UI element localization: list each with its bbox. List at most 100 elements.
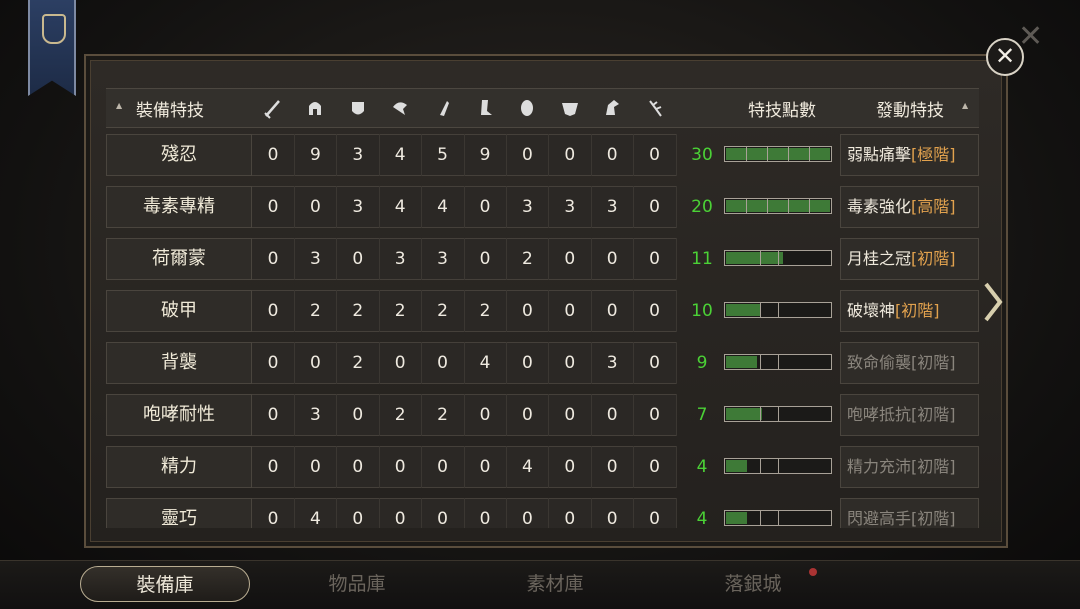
skill-progress-fill [726,252,783,264]
mask-icon [561,103,578,116]
equipment-value: 4 [379,186,423,228]
skill-tier: [初階] [911,509,956,528]
skill-tier: [高階] [911,197,956,216]
equipment-value: 0 [464,498,507,528]
table-row[interactable]: 背襲 0 0 2 0 0 4 0 0 3 0 9 致命偷襲[初階] [106,342,979,384]
equipment-value: 0 [591,394,635,436]
equipment-value: 2 [379,394,423,436]
skill-name: 精力 [106,446,252,488]
bar-divider [746,199,747,213]
equipment-value: 5 [422,134,465,176]
equipment-value: 0 [379,498,423,528]
sort-up-icon[interactable]: ▲ [962,101,968,110]
equipment-value: 0 [506,342,550,384]
skill-tier: [初階] [911,249,956,268]
sort-up-icon[interactable]: ▲ [116,101,122,110]
active-skill[interactable]: 破壞神[初階] [840,290,979,332]
active-skill-column-header[interactable]: 發動特技 [840,96,979,121]
skill-column-header[interactable]: 裝備特技 [136,96,204,121]
equipment-value: 0 [591,446,635,488]
notification-badge [809,568,817,576]
equipment-value: 0 [294,342,338,384]
skill-progress-bar [724,510,832,526]
equipment-value: 0 [634,134,677,176]
equipment-value: 0 [591,134,635,176]
equipment-value: 0 [591,238,635,280]
skill-progress-fill [726,304,760,316]
points-column-header[interactable]: 特技點數 [722,96,842,121]
skill-table: ▲ 裝備特技 特技點數 發動特技 ▲ 殘忍 0 9 3 4 5 9 0 0 0 0 30 弱點痛擊[極階… [106,88,979,528]
active-skill[interactable]: 月桂之冠[初階] [840,238,979,280]
skill-points: 9 [696,353,708,373]
equipment-value: 0 [252,498,295,528]
equipment-value: 0 [549,134,592,176]
guild-banner [28,0,76,96]
skill-name: 毒素專精 [106,186,252,228]
bar-divider [788,147,789,161]
table-row[interactable]: 毒素專精 0 0 3 4 4 0 3 3 3 0 20 毒素強化[高階] [106,186,979,228]
active-skill[interactable]: 致命偷襲[初階] [840,342,979,384]
skill-progress-bar [724,146,832,162]
skill-points: 30 [691,145,713,165]
skill-progress-bar [724,406,832,422]
equipment-value: 0 [337,238,380,280]
skill-name: 背襲 [106,342,252,384]
table-row[interactable]: 靈巧 0 4 0 0 0 0 0 0 0 0 4 閃避高手[初階] [106,498,979,528]
equipment-value: 2 [337,290,380,332]
equipment-value: 0 [634,238,677,280]
skill-tier: [初階] [911,353,956,372]
table-row[interactable]: 殘忍 0 9 3 4 5 9 0 0 0 0 30 弱點痛擊[極階] [106,134,979,176]
equipment-value: 0 [549,446,592,488]
skill-points: 7 [696,405,708,425]
active-skill-name: 弱點痛擊 [847,145,912,164]
active-skill-name: 破壞神 [847,301,896,320]
shield-emblem-icon [42,14,66,44]
skill-name: 咆哮耐性 [106,394,252,436]
skill-name: 破甲 [106,290,252,332]
boots-icon [481,100,492,115]
equipment-value: 2 [294,290,338,332]
active-skill[interactable]: 毒素強化[高階] [840,186,979,228]
table-row[interactable]: 荷爾蒙 0 3 0 3 3 0 2 0 0 0 11 月桂之冠[初階] [106,238,979,280]
bar-divider [778,511,779,525]
next-page-arrow-icon[interactable] [982,282,1004,322]
table-row[interactable]: 咆哮耐性 0 3 0 2 2 0 0 0 0 0 7 咆哮抵抗[初階] [106,394,979,436]
close-button[interactable]: ✕ [986,38,1024,76]
skill-progress-bar [724,302,832,318]
bar-divider [760,459,761,473]
equipment-value: 0 [549,394,592,436]
equipment-value: 0 [464,446,507,488]
equipment-value: 0 [506,290,550,332]
equipment-value: 0 [506,394,550,436]
bar-divider [767,147,768,161]
equipment-value: 0 [549,290,592,332]
branch-icon [648,100,662,117]
equipment-value: 0 [337,394,380,436]
active-skill-name: 精力充沛 [847,457,912,476]
active-skill[interactable]: 閃避高手[初階] [840,498,979,528]
bar-divider [809,147,810,161]
bar-divider [778,251,779,265]
equipment-value: 4 [379,134,423,176]
skill-tier: [初階] [895,301,940,320]
active-skill-name: 月桂之冠 [847,249,912,268]
bar-divider [778,407,779,421]
equipment-value: 4 [464,342,507,384]
tab-equipment[interactable]: 裝備庫 [80,566,250,602]
table-row[interactable]: 精力 0 0 0 0 0 0 4 0 0 0 4 精力充沛[初階] [106,446,979,488]
active-skill-name: 致命偷襲 [847,353,912,372]
tab-materials[interactable]: 素材庫 [470,566,640,602]
tab-items[interactable]: 物品庫 [272,566,442,602]
equipment-value: 0 [634,342,677,384]
active-skill[interactable]: 弱點痛擊[極階] [840,134,979,176]
active-skill-name: 咆哮抵抗 [847,405,912,424]
table-row[interactable]: 破甲 0 2 2 2 2 2 0 0 0 0 10 破壞神[初階] [106,290,979,332]
active-skill[interactable]: 咆哮抵抗[初階] [840,394,979,436]
equipment-value: 3 [591,342,635,384]
equipment-value: 3 [294,238,338,280]
equipment-value: 0 [422,446,465,488]
active-skill[interactable]: 精力充沛[初階] [840,446,979,488]
equipment-value: 4 [506,446,550,488]
equipment-value: 3 [337,134,380,176]
equipment-value: 3 [549,186,592,228]
